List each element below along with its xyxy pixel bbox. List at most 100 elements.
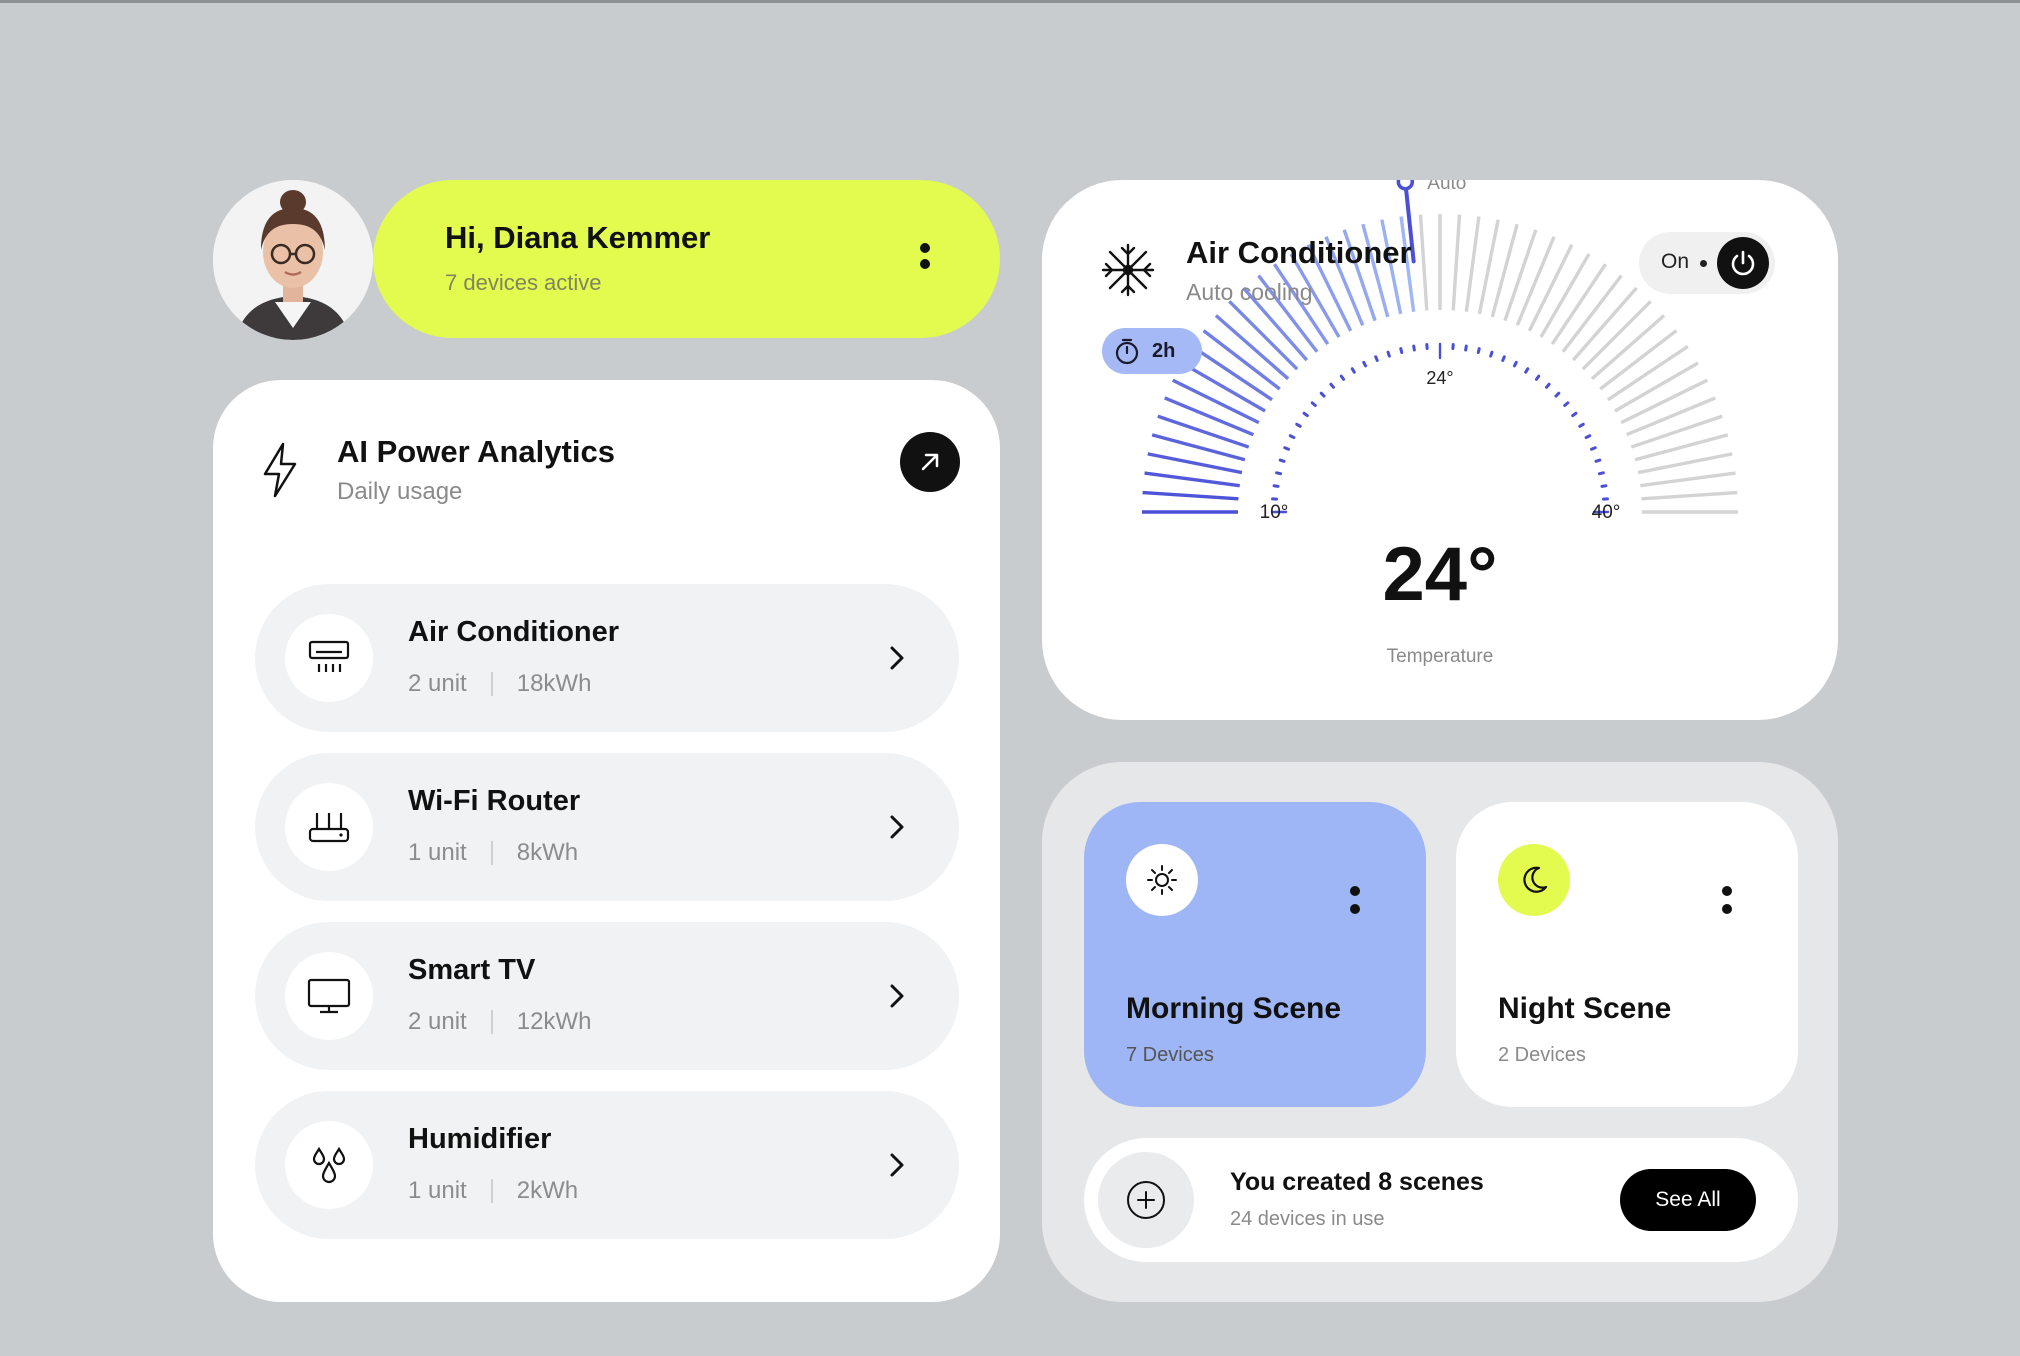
scale-minor-dot bbox=[1501, 355, 1506, 362]
gauge-tick bbox=[1451, 214, 1462, 311]
meta-divider bbox=[490, 672, 493, 696]
gauge-tick bbox=[1142, 490, 1239, 501]
meta-divider bbox=[490, 1010, 493, 1034]
scale-minor-dot bbox=[1594, 458, 1602, 463]
device-energy: 2kWh bbox=[516, 1177, 579, 1204]
scene-card-morning[interactable]: Morning Scene 7 Devices bbox=[1084, 802, 1426, 1107]
chevron-right-icon bbox=[890, 1153, 904, 1177]
device-icon-wrap bbox=[285, 1121, 373, 1209]
window-top-border bbox=[0, 0, 2020, 3]
router-icon bbox=[308, 813, 350, 843]
scale-minor-dot bbox=[1524, 367, 1530, 374]
snowflake-icon bbox=[1101, 243, 1155, 297]
ac-mode: Auto cooling bbox=[1186, 279, 1313, 305]
open-analytics-button[interactable] bbox=[900, 432, 960, 492]
device-row-air-conditioner[interactable]: Air Conditioner 2 unit 18kWh bbox=[255, 584, 959, 732]
gauge-tick bbox=[1641, 490, 1738, 501]
scale-minor-dot bbox=[1600, 484, 1608, 488]
scale-minor-dot bbox=[1584, 434, 1592, 440]
scale-minor-dot bbox=[1302, 411, 1309, 418]
auto-label: Auto bbox=[1427, 180, 1466, 194]
scene-name: Night Scene bbox=[1498, 992, 1672, 1025]
scale-max-label: 40° bbox=[1592, 502, 1621, 523]
scale-minor-dot bbox=[1534, 374, 1541, 381]
device-name: Wi-Fi Router bbox=[408, 785, 581, 817]
chevron-right-icon bbox=[890, 984, 904, 1008]
plus-icon bbox=[1127, 1181, 1165, 1219]
see-all-button[interactable]: See All bbox=[1620, 1169, 1756, 1231]
current-temperature: 24° bbox=[1383, 532, 1498, 617]
scene-card-night[interactable]: Night Scene 2 Devices bbox=[1456, 802, 1798, 1107]
scale-minor-dot bbox=[1563, 401, 1570, 407]
gauge-tick bbox=[1464, 216, 1481, 312]
add-scene-button[interactable] bbox=[1098, 1152, 1194, 1248]
more-options-icon[interactable] bbox=[920, 243, 930, 277]
gauge-tick bbox=[1630, 414, 1723, 449]
device-units: 1 unit bbox=[408, 839, 467, 866]
temperature-label: Temperature bbox=[1387, 646, 1494, 667]
air-conditioner-card: Auto 24° 10° 40° 24° Temperature Air Con… bbox=[1042, 180, 1838, 720]
tv-icon bbox=[307, 978, 351, 1014]
device-icon-wrap bbox=[285, 783, 373, 871]
lightning-icon bbox=[263, 442, 297, 498]
power-analytics-card: AI Power Analytics Daily usage Air Condi… bbox=[213, 380, 1000, 1302]
device-row-humidifier[interactable]: Humidifier 1 unit 2kWh bbox=[255, 1091, 959, 1239]
scale-minor-dot bbox=[1272, 484, 1280, 488]
devices-in-use: 24 devices in use bbox=[1230, 1208, 1385, 1230]
more-options-icon[interactable] bbox=[1350, 883, 1380, 914]
ac-title: Air Conditioner bbox=[1186, 235, 1412, 270]
scale-minor-dot bbox=[1571, 411, 1578, 418]
device-row-wifi-router[interactable]: Wi-Fi Router 1 unit 8kWh bbox=[255, 753, 959, 901]
power-button[interactable] bbox=[1717, 237, 1769, 289]
greeting-banner: Hi, Diana Kemmer 7 devices active bbox=[373, 180, 1000, 338]
scale-minor-dot bbox=[1512, 360, 1518, 368]
gauge-tick bbox=[1157, 414, 1250, 449]
scene-devices: 2 Devices bbox=[1498, 1044, 1586, 1066]
scale-minor-dot bbox=[1374, 355, 1379, 362]
scale-minor-dot bbox=[1339, 374, 1346, 381]
active-devices-count: 7 devices active bbox=[445, 270, 602, 295]
scale-minor-dot bbox=[1554, 391, 1561, 398]
more-options-icon[interactable] bbox=[1722, 883, 1752, 914]
power-toggle[interactable]: On bbox=[1639, 232, 1775, 294]
scale-mid-label: 24° bbox=[1426, 368, 1453, 388]
scenes-summary-bar: You created 8 scenes 24 devices in use S… bbox=[1084, 1138, 1798, 1262]
gauge-tick bbox=[1625, 396, 1716, 437]
avatar[interactable] bbox=[213, 180, 373, 340]
sun-icon bbox=[1147, 865, 1177, 895]
droplets-icon bbox=[312, 1146, 346, 1184]
gauge-tick bbox=[1515, 236, 1556, 327]
scene-devices: 7 Devices bbox=[1126, 1044, 1214, 1066]
device-icon-wrap bbox=[285, 952, 373, 1040]
scale-minor-dot bbox=[1275, 471, 1283, 476]
meta-divider bbox=[490, 841, 493, 865]
scale-minor-dot bbox=[1476, 347, 1481, 355]
gauge-tick bbox=[1503, 229, 1538, 322]
device-meta: 2 unit 12kWh bbox=[408, 1008, 591, 1036]
device-meta: 1 unit 2kWh bbox=[408, 1177, 578, 1205]
gauge-tick bbox=[1418, 214, 1429, 311]
device-row-smart-tv[interactable]: Smart TV 2 unit 12kWh bbox=[255, 922, 959, 1070]
scene-icon-wrap bbox=[1126, 844, 1198, 916]
scene-name: Morning Scene bbox=[1126, 992, 1342, 1025]
card-title: AI Power Analytics bbox=[337, 434, 615, 469]
scale-minor-dot bbox=[1278, 458, 1286, 463]
device-icon-wrap bbox=[285, 614, 373, 702]
device-meta: 2 unit 18kWh bbox=[408, 670, 591, 698]
power-state-label: On bbox=[1661, 250, 1690, 273]
power-icon bbox=[1731, 250, 1755, 276]
device-meta: 1 unit 8kWh bbox=[408, 839, 578, 867]
scale-minor-dot bbox=[1329, 382, 1335, 389]
setpoint-knob bbox=[1396, 180, 1415, 191]
scale-min-label: 10° bbox=[1260, 502, 1289, 523]
chevron-right-icon bbox=[890, 815, 904, 839]
scale-minor-dot bbox=[1350, 367, 1356, 374]
scale-minor-dot bbox=[1464, 344, 1468, 352]
user-portrait bbox=[213, 180, 373, 340]
moon-icon bbox=[1523, 866, 1548, 893]
stopwatch-icon bbox=[1115, 338, 1139, 365]
scale-minor-dot bbox=[1545, 382, 1551, 389]
scale-minor-dot bbox=[1590, 446, 1597, 451]
timer-chip[interactable]: 2h bbox=[1102, 328, 1202, 374]
card-subtitle: Daily usage bbox=[337, 478, 463, 505]
